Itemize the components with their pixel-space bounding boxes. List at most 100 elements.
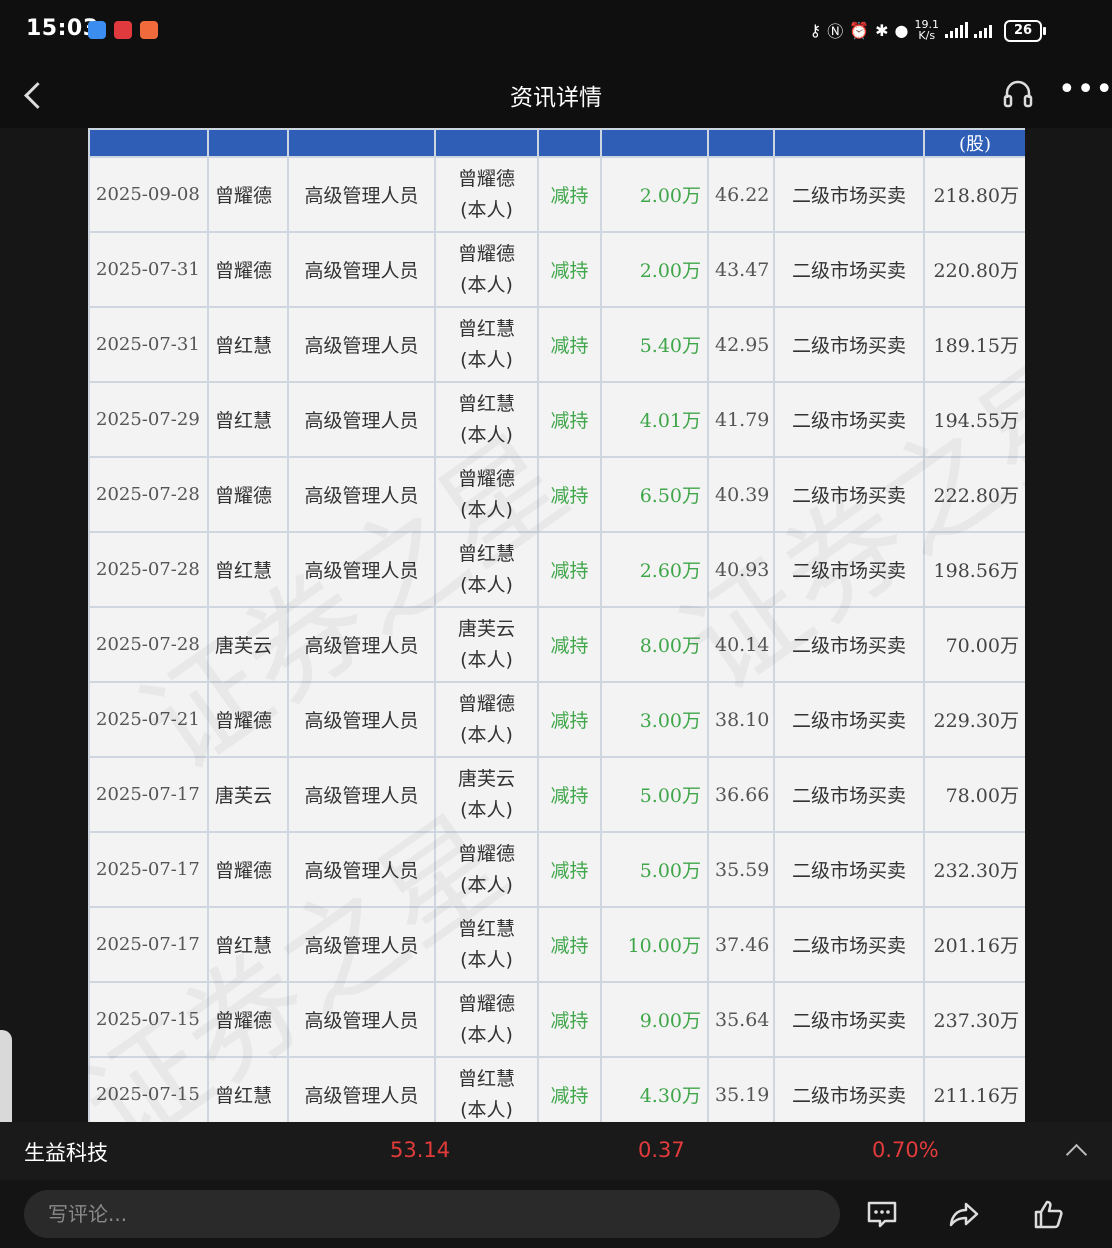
table-row: 2025-07-15 曾耀德 高级管理人员 曾耀德 (本人) 减持 9.00万 35.64 二级… [88,981,1025,1058]
table-row: 2025-07-17 曾耀德 高级管理人员 曾耀德 (本人) 减持 5.00万 35.59 二级… [88,831,1025,908]
page-title: 资讯详情 [510,85,602,111]
date-cell: 2025-07-21 [88,681,209,758]
holding-cell: 232.30万 [923,831,1025,908]
relation-name: 曾红慧 [457,317,515,340]
relation-note: (本人) [460,648,513,671]
method-cell: 二级市场买卖 [773,306,925,383]
relation-cell: 曾红慧 (本人) [434,531,539,608]
news-app-icon [114,21,132,39]
avg-price-cell: 46.22 [707,156,775,233]
chevron-up-icon[interactable] [1064,1142,1088,1162]
direction-cell: 减持 [537,381,602,458]
role-cell: 高级管理人员 [287,381,436,458]
direction-cell: 减持 [537,981,602,1058]
table-row: 2025-07-29 曾红慧 高级管理人员 曾红慧 (本人) 减持 4.01万 41.79 二级… [88,381,1025,458]
name-cell: 曾红慧 [207,906,289,983]
relation-name: 曾耀德 [457,242,515,265]
name-cell: 唐芙云 [207,756,289,833]
holding-cell: 220.80万 [923,231,1025,308]
role-cell: 高级管理人员 [287,906,436,983]
holding-cell: 78.00万 [923,756,1025,833]
relation-note: (本人) [460,1098,513,1121]
stock-quote-bar[interactable]: 生益科技 53.14 0.37 0.70% [0,1122,1112,1180]
relation-name: 曾耀德 [457,692,515,715]
holding-cell: 237.30万 [923,981,1025,1058]
more-button[interactable]: ••• [1058,75,1112,112]
date-cell: 2025-09-08 [88,156,209,233]
relation-cell: 曾耀德 (本人) [434,156,539,233]
header-cell [207,128,289,158]
date-cell: 2025-07-31 [88,306,209,383]
change-amount-cell: 4.01万 [600,381,709,458]
table-row: 2025-07-21 曾耀德 高级管理人员 曾耀德 (本人) 减持 3.00万 38.10 二级… [88,681,1025,758]
headphones-button[interactable] [1000,76,1036,112]
table-row: 2025-07-28 曾红慧 高级管理人员 曾红慧 (本人) 减持 2.60万 40.93 二级… [88,531,1025,608]
change-amount-cell: 4.30万 [600,1056,709,1122]
header-cell [434,128,539,158]
direction-cell: 减持 [537,306,602,383]
name-cell: 曾耀德 [207,831,289,908]
direction-cell: 减持 [537,606,602,683]
like-button[interactable] [1028,1194,1068,1234]
name-cell: 曾耀德 [207,681,289,758]
holding-cell: 198.56万 [923,531,1025,608]
relation-name: 曾红慧 [457,917,515,940]
comments-button[interactable] [862,1194,902,1234]
relation-cell: 曾耀德 (本人) [434,456,539,533]
role-cell: 高级管理人员 [287,981,436,1058]
direction-cell: 减持 [537,531,602,608]
direction-cell: 减持 [537,456,602,533]
table-row: 2025-07-28 曾耀德 高级管理人员 曾耀德 (本人) 减持 6.50万 40.39 二级… [88,456,1025,533]
relation-cell: 唐芙云 (本人) [434,606,539,683]
relation-name: 曾红慧 [457,1067,515,1090]
thumbs-up-icon [1034,1200,1063,1229]
avg-price-cell: 40.93 [707,531,775,608]
table-row: 2025-07-15 曾红慧 高级管理人员 曾红慧 (本人) 减持 4.30万 35.19 二级… [88,1056,1025,1122]
comment-input[interactable] [24,1190,840,1238]
comment-icon [867,1201,897,1228]
role-cell: 高级管理人员 [287,306,436,383]
share-button[interactable] [944,1194,984,1234]
relation-note: (本人) [460,1023,513,1046]
avg-price-cell: 35.64 [707,981,775,1058]
header-cell [287,128,436,158]
direction-cell: 减持 [537,681,602,758]
relation-name: 曾红慧 [457,392,515,415]
avg-price-cell: 40.14 [707,606,775,683]
direction-cell: 减持 [537,831,602,908]
battery-icon: 26 [1004,20,1046,42]
name-cell: 曾红慧 [207,1056,289,1122]
name-cell: 曾耀德 [207,981,289,1058]
method-cell: 二级市场买卖 [773,531,925,608]
change-amount-cell: 2.00万 [600,156,709,233]
date-cell: 2025-07-28 [88,606,209,683]
relation-name: 曾耀德 [457,167,515,190]
method-cell: 二级市场买卖 [773,156,925,233]
holding-cell: 194.55万 [923,381,1025,458]
avg-price-cell: 35.59 [707,831,775,908]
header-cell [600,128,709,158]
signal-icon-2 [974,22,992,38]
change-amount-cell: 9.00万 [600,981,709,1058]
table-row: 2025-07-28 唐芙云 高级管理人员 唐芙云 (本人) 减持 8.00万 40.14 二级… [88,606,1025,683]
relation-note: (本人) [460,273,513,296]
method-cell: 二级市场买卖 [773,606,925,683]
article-content[interactable]: (股) 2025-09-08 曾耀德 高级管理人员 曾耀德 (本人) 减持 2.00万 46.… [0,128,1112,1122]
avg-price-cell: 35.19 [707,1056,775,1122]
network-speed: 19.1 K/s [914,18,940,42]
role-cell: 高级管理人员 [287,156,436,233]
relation-cell: 曾耀德 (本人) [434,231,539,308]
avg-price-cell: 43.47 [707,231,775,308]
bluetooth-icon: ✱ [875,20,889,40]
role-cell: 高级管理人员 [287,606,436,683]
direction-cell: 减持 [537,156,602,233]
method-cell: 二级市场买卖 [773,1056,925,1122]
relation-name: 曾耀德 [457,842,515,865]
name-cell: 曾红慧 [207,381,289,458]
bottom-action-bar [0,1180,1112,1248]
date-cell: 2025-07-17 [88,906,209,983]
avg-price-cell: 38.10 [707,681,775,758]
role-cell: 高级管理人员 [287,1056,436,1122]
relation-cell: 曾耀德 (本人) [434,831,539,908]
status-bar: 15:03 ⚷ Ⓝ ⏰ ✱ ● 19.1 K/s 26 [0,0,1112,62]
